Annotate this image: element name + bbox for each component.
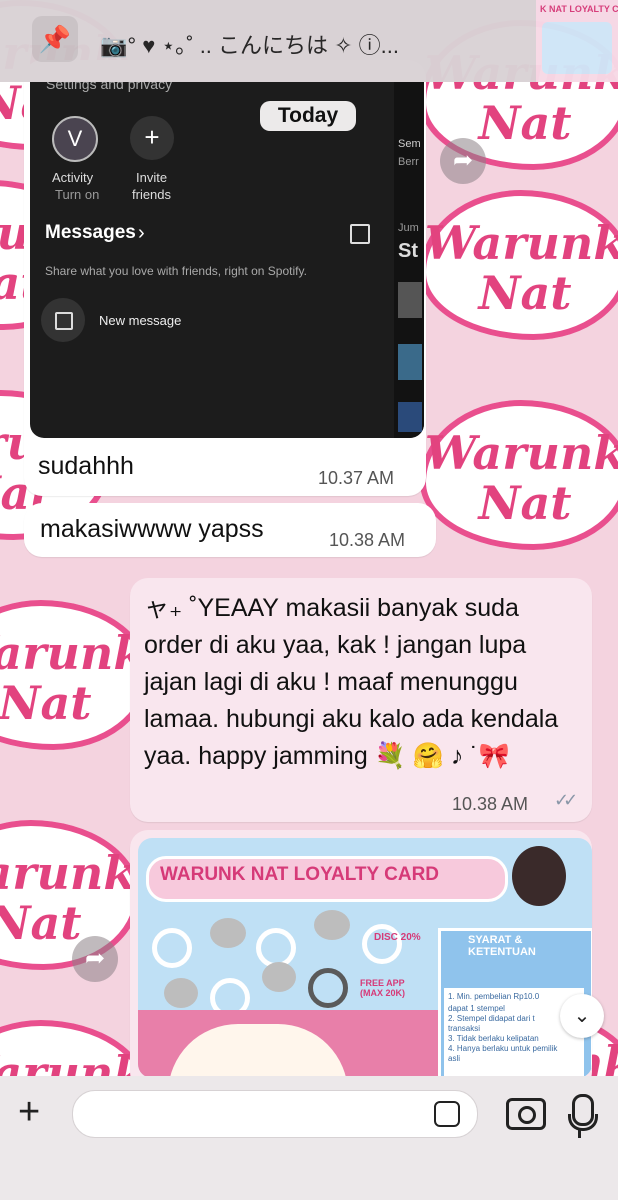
message-time: 10.38 AM [329,530,406,550]
card-title: WARUNK NAT LOYALTY CARD [160,864,440,885]
messages-title: Messages [45,222,136,243]
sticker-icon[interactable] [434,1101,460,1127]
side-text: Sem [398,138,421,150]
terms-line: dapat 1 stempel [448,1004,505,1013]
pinned-message-text: 📷° ♥︎ ⋆｡˚ .. こんにちは ✧ ⓘ... [100,33,400,58]
terms-line: 4. Hanya berlaku untuk pemilik [448,1044,558,1053]
side-text: Berr [398,156,419,168]
invite-sub: friends [132,187,172,202]
wallpaper-logo: WarunkNat [0,600,150,750]
new-message-icon [41,298,85,342]
discount-label: DISC 20% [374,932,421,943]
wallpaper-logo: WarunkNat [0,820,140,970]
chevron-right-icon: › [138,222,145,244]
message-text: ャ₊ ˚YEAAY makasii banyak suda order di a… [144,594,559,770]
paw-stamp [210,918,246,948]
thumbnail [398,282,422,318]
free-label: FREE APP (MAX 20K) [360,978,406,998]
shared-screenshot[interactable]: Settings and privacy V Activity Turn on … [30,82,424,438]
forward-icon[interactable]: ➦ [440,138,486,184]
stamp-slot [308,968,348,1008]
message-text: sudahhh [38,452,134,480]
message-text: makasiwwww yapss [40,515,264,543]
side-text: St [398,240,418,262]
sent-message-bubble[interactable]: ャ₊ ˚YEAAY makasii banyak suda order di a… [130,578,592,822]
forward-icon[interactable]: ➦ [72,936,118,982]
character-illustration [512,846,566,906]
received-message-bubble[interactable]: makasiwwww yapss 10.38 AM [24,503,436,557]
stamp-slot [152,928,192,968]
terms-line: 3. Tidak berlaku kelipatan [448,1034,539,1043]
activity-sub: Turn on [55,187,100,202]
invite-label: Invite [136,170,168,185]
terms-line: 2. Stempel didapat dari t [448,1014,535,1023]
wallpaper-logo: WarunkNat [420,400,618,550]
terms-title: SYARAT & KETENTUAN [468,934,536,958]
new-message-label: New message [99,313,182,328]
message-time: 10.37 AM [318,468,395,488]
thumbnail [398,402,422,432]
paw-stamp [314,910,350,940]
date-chip: Today [260,101,356,131]
thumbnail [398,344,422,380]
paw-stamp [164,978,198,1008]
invite-plus-icon: + [130,116,174,160]
wallpaper-logo: WarunkNat [420,190,618,340]
pinned-thumbnail[interactable]: K NAT LOYALTY CARD [536,0,618,82]
read-ticks-icon: ✓✓ [554,790,578,810]
terms-line: transaksi [448,1024,481,1033]
side-text: Jum [398,222,419,234]
camera-icon[interactable] [506,1098,546,1130]
pin-icon[interactable]: 📌 [32,16,78,62]
settings-link: Settings and privacy [46,82,173,92]
plus-icon[interactable]: + [18,1092,40,1132]
message-time: 10.38 AM [452,794,529,814]
activity-label: Activity [52,170,94,185]
avatar: V [52,116,98,162]
loyalty-card-image[interactable]: WARUNK NAT LOYALTY CARD DISC 20% FREE AP… [138,838,592,1078]
microphone-base [578,1130,581,1138]
stamp-slot [362,924,402,964]
compose-icon [350,224,370,244]
messages-description: Share what you love with friends, right … [45,264,307,278]
paw-stamp [262,962,296,992]
terms-line: asli [448,1054,461,1063]
pinned-message-bar[interactable]: 📌 📷° ♥︎ ⋆｡˚ .. こんにちは ✧ ⓘ... K NAT LOYALT… [0,0,618,82]
thumbnail-title: K NAT LOYALTY CARD [540,4,618,14]
side-panel: Sem Berr Jum St [394,82,424,438]
chevron-down-icon[interactable]: ⌄ [560,994,604,1038]
message-input[interactable] [72,1090,478,1138]
thumbnail-image [542,22,612,74]
